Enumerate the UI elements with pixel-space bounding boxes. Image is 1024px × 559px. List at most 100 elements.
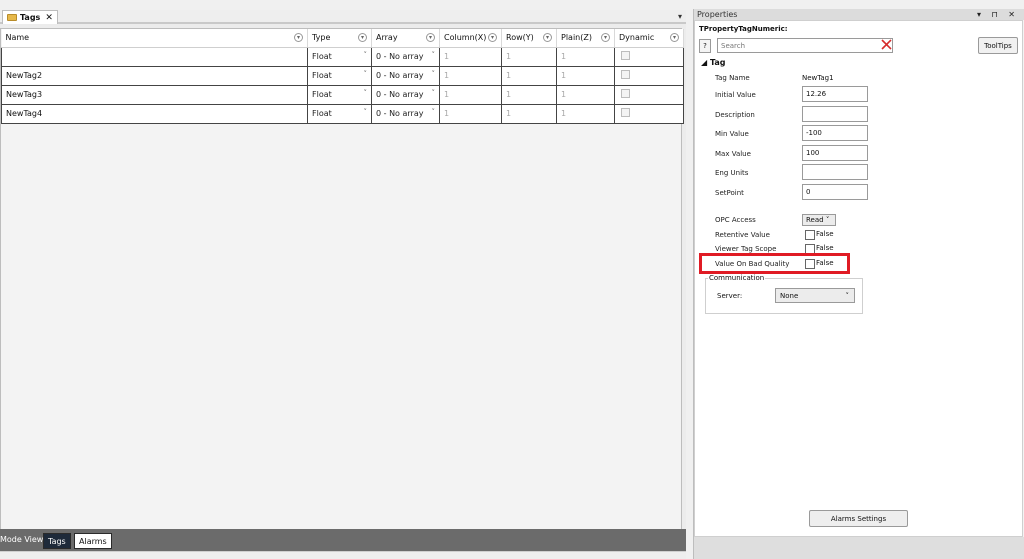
tag-name-cell[interactable]: NewTag4 — [1, 103, 308, 124]
pin-arrow-icon[interactable]: ▾ — [678, 12, 682, 21]
chevron-down-icon: ˅ — [431, 88, 436, 97]
viewer-tag-scope-label: Viewer Tag Scope — [715, 245, 777, 253]
column-x-cell[interactable]: 1 — [439, 84, 502, 105]
column-header-column-x[interactable]: Column(X) ▾ — [439, 29, 502, 48]
tag-name-cell[interactable]: NewTag1 — [1, 46, 308, 67]
tag-name-value: NewTag1 — [802, 74, 834, 82]
array-dropdown[interactable]: 0 - No array ˅ — [371, 103, 440, 124]
column-header-array[interactable]: Array ▾ — [371, 29, 440, 48]
array-dropdown[interactable]: 0 - No array ˅ — [371, 65, 440, 86]
type-dropdown[interactable]: Float ˅ — [307, 84, 372, 105]
table-row[interactable]: NewTag4 Float ˅ 0 - No array ˅ 1 1 1 — [1, 103, 684, 124]
table-row[interactable]: NewTag1 Float ˅ 0 - No array ˅ 1 1 1 — [1, 46, 684, 67]
tab-title: Tags — [20, 13, 41, 22]
array-dropdown[interactable]: 0 - No array ˅ — [371, 84, 440, 105]
tags-table: Name ▾ Type ▾ Array ▾ Column(X) ▾ Row(Y) ▾ Pl… — [1, 29, 684, 124]
type-dropdown[interactable]: Float ˅ — [307, 65, 372, 86]
tab-tags-document[interactable]: Tags ✕ — [2, 10, 58, 24]
collapse-triangle-icon[interactable]: ◢ — [701, 58, 707, 67]
chevron-down-icon: ˅ — [363, 50, 368, 59]
column-header-plain-z[interactable]: Plain(Z) ▾ — [556, 29, 615, 48]
dynamic-checkbox[interactable] — [621, 108, 630, 117]
min-value-field[interactable]: -100 — [802, 125, 868, 141]
communication-label: Communication — [708, 274, 766, 282]
tooltips-button[interactable]: ToolTips — [978, 37, 1018, 54]
column-header-dynamic[interactable]: Dynamic ▾ — [614, 29, 684, 48]
filter-icon[interactable]: ▾ — [488, 33, 497, 42]
column-header-name[interactable]: Name ▾ — [1, 29, 308, 48]
column-x-cell[interactable]: 1 — [439, 65, 502, 86]
properties-body: TPropertyTagNumeric: ? Search ToolTips ◢… — [694, 20, 1023, 537]
description-field[interactable] — [802, 106, 868, 122]
min-value-label: Min Value — [715, 130, 749, 138]
retentive-value: False — [816, 230, 834, 238]
plain-z-cell[interactable]: 1 — [556, 84, 615, 105]
document-tab-bar: Tags ✕ — [0, 10, 686, 24]
dynamic-checkbox[interactable] — [621, 89, 630, 98]
server-label: Server: — [717, 292, 743, 300]
filter-icon[interactable]: ▾ — [543, 33, 552, 42]
table-row[interactable]: NewTag2 Float ˅ 0 - No array ˅ 1 1 1 — [1, 65, 684, 86]
tab-alarms[interactable]: Alarms — [74, 533, 112, 549]
column-x-cell[interactable]: 1 — [439, 103, 502, 124]
chevron-down-icon: ˅ — [363, 88, 368, 97]
eng-units-label: Eng Units — [715, 169, 749, 177]
dynamic-checkbox[interactable] — [621, 70, 630, 79]
table-row[interactable]: NewTag3 Float ˅ 0 - No array ˅ 1 1 1 — [1, 84, 684, 105]
dynamic-cell[interactable] — [614, 65, 684, 86]
max-value-field[interactable]: 100 — [802, 145, 868, 161]
plain-z-cell[interactable]: 1 — [556, 65, 615, 86]
dynamic-cell[interactable] — [614, 103, 684, 124]
help-button[interactable]: ? — [699, 39, 711, 53]
plain-z-cell[interactable]: 1 — [556, 46, 615, 67]
clear-search-icon[interactable] — [881, 39, 892, 50]
highlight-box — [699, 253, 850, 274]
tags-document-panel: Tags ✕ ▾ Name ▾ Type ▾ Array ▾ Column(X) ▾ R… — [0, 10, 686, 559]
filter-icon[interactable]: ▾ — [670, 33, 679, 42]
server-dropdown[interactable]: None ˅ — [775, 288, 855, 303]
close-icon[interactable]: ✕ — [45, 13, 53, 23]
category-tag[interactable]: ◢ Tag — [701, 58, 726, 67]
type-dropdown[interactable]: Float ˅ — [307, 103, 372, 124]
row-y-cell[interactable]: 1 — [501, 84, 557, 105]
tag-name-cell[interactable]: NewTag3 — [1, 84, 308, 105]
row-y-cell[interactable]: 1 — [501, 65, 557, 86]
tag-name-label: Tag Name — [715, 74, 750, 82]
search-input[interactable]: Search — [717, 38, 893, 53]
dynamic-cell[interactable] — [614, 84, 684, 105]
row-y-cell[interactable]: 1 — [501, 46, 557, 67]
retentive-value-label: Retentive Value — [715, 231, 770, 239]
dynamic-cell[interactable] — [614, 46, 684, 67]
column-header-type[interactable]: Type ▾ — [307, 29, 372, 48]
dynamic-checkbox[interactable] — [621, 51, 630, 60]
tab-tags[interactable]: Tags — [43, 533, 71, 549]
alarms-settings-button[interactable]: Alarms Settings — [809, 510, 908, 527]
chevron-down-icon: ˅ — [825, 216, 830, 224]
filter-icon[interactable]: ▾ — [601, 33, 610, 42]
filter-icon[interactable]: ▾ — [426, 33, 435, 42]
row-y-cell[interactable]: 1 — [501, 103, 557, 124]
status-strip — [0, 551, 686, 559]
viewer-tag-scope-value: False — [816, 244, 834, 252]
array-dropdown[interactable]: 0 - No array ˅ — [371, 46, 440, 67]
mode-view-label: Mode View — [0, 535, 44, 544]
tag-name-cell[interactable]: NewTag2 — [1, 65, 308, 86]
column-header-row-y[interactable]: Row(Y) ▾ — [501, 29, 557, 48]
plain-z-cell[interactable]: 1 — [556, 103, 615, 124]
filter-icon[interactable]: ▾ — [358, 33, 367, 42]
column-x-cell[interactable]: 1 — [439, 46, 502, 67]
type-dropdown[interactable]: Float ˅ — [307, 46, 372, 67]
properties-panel: Properties ▾ ⊓ ✕ TPropertyTagNumeric: ? … — [693, 9, 1024, 559]
filter-icon[interactable]: ▾ — [294, 33, 303, 42]
properties-title-bar: Properties ▾ ⊓ ✕ — [694, 9, 1024, 20]
setpoint-field[interactable]: 0 — [802, 184, 868, 200]
opc-access-dropdown[interactable]: Read ˅ — [802, 214, 836, 226]
retentive-checkbox[interactable] — [805, 230, 815, 240]
setpoint-label: SetPoint — [715, 189, 744, 197]
eng-units-field[interactable] — [802, 164, 868, 180]
initial-value-field[interactable]: 12.26 — [802, 86, 868, 102]
chevron-down-icon: ˅ — [431, 69, 436, 78]
opc-access-label: OPC Access — [715, 216, 756, 224]
chevron-down-icon: ˅ — [363, 107, 368, 116]
panel-controls[interactable]: ▾ ⊓ ✕ — [977, 9, 1019, 20]
